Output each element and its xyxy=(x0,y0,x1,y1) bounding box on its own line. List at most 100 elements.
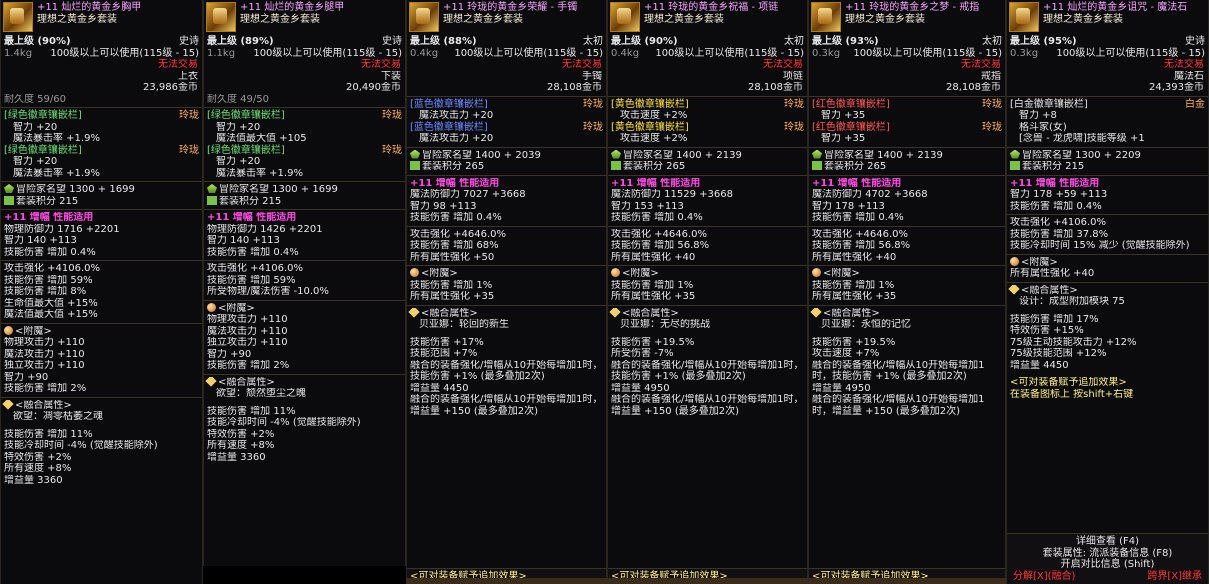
socket-label: [蓝色徽章镶嵌栏] xyxy=(410,98,488,110)
grade-label: 最上级 (90%) xyxy=(4,36,71,47)
item-name: +11 灿烂的黄金乡胸甲 xyxy=(37,2,142,13)
amplify-text: +11 增幅 性能适用 xyxy=(410,177,500,189)
item-tooltip-panel[interactable]: +11 灿烂的黄金乡胸甲 理想之黄金乡套装 最上级 (90%) 史诗 1.4kg 100级… xyxy=(0,0,203,584)
item-type: 戒指 xyxy=(981,70,1001,82)
weight-label: 0.3kg xyxy=(1010,47,1039,59)
enchant-stat: 智力 +90 xyxy=(4,371,49,383)
item-icon[interactable] xyxy=(206,2,236,32)
enchant-title-text: <附魔> xyxy=(823,268,860,279)
socket-tier: 白金 xyxy=(1185,98,1205,110)
amplify-title: +11 增幅 性能适用 xyxy=(1,212,202,224)
fusion-stat: 技能伤害 +19.5% xyxy=(812,336,896,348)
stat-line: 魔法防御力 7027 +3668 xyxy=(410,189,526,200)
divider xyxy=(1007,95,1208,97)
fusion-name: 贝亚娜：永恒的记忆 xyxy=(821,319,911,330)
fusion-diamond-icon xyxy=(1008,284,1020,295)
set-points-row: 套装积分 265 xyxy=(407,161,606,173)
set-points-row: 套装积分 265 xyxy=(608,161,807,173)
divider xyxy=(204,209,405,210)
fusion-title: <融合属性> xyxy=(407,307,606,320)
divider xyxy=(608,174,807,176)
reputation-text: 冒险家名望 1400 + 2139 xyxy=(623,149,742,161)
divider xyxy=(608,225,807,227)
item-tooltip-panel[interactable]: +11 灿烂的黄金乡腿甲 理想之黄金乡套装 最上级 (89%) 史诗 1.1kg 100级… xyxy=(203,0,406,566)
socket-tier: 玲珑 xyxy=(382,110,402,121)
trade-status: 无法交易 xyxy=(562,59,602,70)
item-set-name: 理想之黄金乡套装 xyxy=(443,13,523,25)
extra-hint: <可对装备赋予追加效果> xyxy=(1010,377,1127,388)
reputation-row: 冒险家名望 1400 + 2139 xyxy=(608,149,807,162)
amplify-text: +11 增幅 性能适用 xyxy=(1010,177,1100,189)
item-tooltip-panel[interactable]: +11 玲珑的黄金乡之梦 - 戒指 理想之黄金乡套装 最上级 (93%) 太初 0.3k… xyxy=(808,0,1006,584)
rarity-label: 史诗 xyxy=(382,36,402,47)
enchant-stat: 技能伤害 增加 2% xyxy=(207,360,290,371)
fusion-stat: 75级主动技能攻击力 +12% xyxy=(1010,336,1137,348)
enchant-stat: 所有属性强化 +35 xyxy=(410,291,495,302)
reputation-icon xyxy=(812,149,822,159)
fusion-stat: 技能冷却时间 -4% (觉醒技能除外) xyxy=(4,440,158,451)
stat-line: 所有属性强化 +50 xyxy=(410,251,495,263)
stat-line: 攻击强化 +4646.0% xyxy=(812,228,909,240)
footer-action[interactable]: 分解[X](融合) xyxy=(1013,571,1075,583)
durability: 耐久度 49/50 xyxy=(207,93,269,105)
stat-line: 技能冷却时间 15% 减少 (觉醒技能除外) xyxy=(1010,240,1190,251)
footer-action[interactable]: 跨界[X]继承 xyxy=(1147,571,1202,583)
divider xyxy=(204,299,405,301)
title-box: +11 灿烂的黄金乡胸甲 理想之黄金乡套装 xyxy=(37,2,200,25)
divider xyxy=(1007,253,1208,255)
fusion-stat: 特效伤害 +2% xyxy=(4,451,72,463)
fusion-name: 欲望：凋零枯萎之魂 xyxy=(13,411,103,422)
item-tooltip-panel[interactable]: +11 灿烂的黄金乡诅咒 - 魔法石 理想之黄金乡套装 最上级 (95%) 史诗 0.3… xyxy=(1006,0,1209,584)
amplify-title: +11 增幅 性能适用 xyxy=(204,212,405,224)
enchant-stat: 物理攻击力 +110 xyxy=(4,337,85,348)
socket-label: [黄色徽章镶嵌栏] xyxy=(611,121,689,133)
weight-label: 0.3kg xyxy=(812,47,841,59)
fusion-title-text: <融合属性> xyxy=(15,399,72,411)
socket-label: [绿色徽章镶嵌栏] xyxy=(4,110,82,121)
item-icon[interactable] xyxy=(409,2,439,32)
fusion-stat: 融合的装备强化/增幅从10开始每增加1时，技能伤害 +1% (最多叠加2次) xyxy=(410,359,603,383)
tooltip-header: +11 玲珑的黄金乡荣耀 - 手镯 理想之黄金乡套装 xyxy=(407,0,606,36)
enchant-stat: 技能伤害 增加 1% xyxy=(611,279,694,291)
item-name: +11 灿烂的黄金乡腿甲 xyxy=(240,2,345,13)
amplify-title: +11 增幅 性能适用 xyxy=(809,178,1005,190)
stat-line: 智力 98 +113 xyxy=(410,200,477,212)
socket-stat: 魔法攻击力 +20 xyxy=(419,133,494,144)
emblem-socket: [绿色徽章镶嵌栏] 玲珑 xyxy=(1,110,202,122)
emblem-socket: [黄色徽章镶嵌栏] 玲珑 xyxy=(608,99,807,111)
item-icon[interactable] xyxy=(610,2,640,32)
level-row: 0.3kg 100级以上可以使用(115级 - 15) xyxy=(809,48,1005,60)
socket-tier: 玲珑 xyxy=(179,110,199,121)
item-tooltip-panel[interactable]: +11 玲珑的黄金乡荣耀 - 手镯 理想之黄金乡套装 最上级 (88%) 太初 0.4k… xyxy=(406,0,607,584)
item-tooltip-panel[interactable]: +11 玲珑的黄金乡祝福 - 项链 理想之黄金乡套装 最上级 (90%) 太初 0.4k… xyxy=(607,0,808,584)
tooltip-header: +11 玲珑的黄金乡之梦 - 戒指 理想之黄金乡套装 xyxy=(809,0,1005,36)
trade-status: 无法交易 xyxy=(158,59,198,70)
reputation-row: 冒险家名望 1400 + 2139 xyxy=(809,149,1005,162)
stat-line: 魔法防御力 4702 +3668 xyxy=(812,189,928,200)
divider xyxy=(1,260,202,261)
item-icon[interactable] xyxy=(3,2,33,32)
item-set-name: 理想之黄金乡套装 xyxy=(37,13,117,25)
reputation-icon xyxy=(611,149,621,159)
fusion-name: 欲望：颓然堕尘之魄 xyxy=(216,388,306,399)
item-set-name: 理想之黄金乡套装 xyxy=(1043,13,1123,25)
item-icon[interactable] xyxy=(1009,2,1039,32)
item-icon[interactable] xyxy=(811,2,841,32)
fusion-title-text: <融合属性> xyxy=(421,307,478,319)
divider xyxy=(809,225,1005,227)
grade-row: 最上级 (88%) 太初 xyxy=(407,36,606,48)
amplify-text: +11 增幅 性能适用 xyxy=(4,212,94,223)
stat-line: 技能伤害 增加 59% xyxy=(4,274,93,286)
grade-row: 最上级 (95%) 史诗 xyxy=(1007,36,1208,48)
divider xyxy=(1,209,202,210)
amplify-title: +11 增幅 性能适用 xyxy=(407,178,606,190)
footer-line: 套装属性: 流派装备信息 (F8) xyxy=(1042,547,1173,559)
emblem-socket: [蓝色徽章镶嵌栏] 玲珑 xyxy=(407,99,606,111)
enchant-title: <附魔> xyxy=(608,268,807,280)
emblem-socket: [绿色徽章镶嵌栏] 玲珑 xyxy=(1,145,202,157)
reputation-row: 冒险家名望 1300 + 2209 xyxy=(1007,149,1208,162)
stat-line: 攻击强化 +4646.0% xyxy=(611,228,708,240)
stat-line: 技能伤害 增加 0.4% xyxy=(611,212,703,223)
title-box: +11 玲珑的黄金乡祝福 - 项链 理想之黄金乡套装 xyxy=(644,2,805,25)
fusion-title: <融合属性> xyxy=(608,307,807,320)
